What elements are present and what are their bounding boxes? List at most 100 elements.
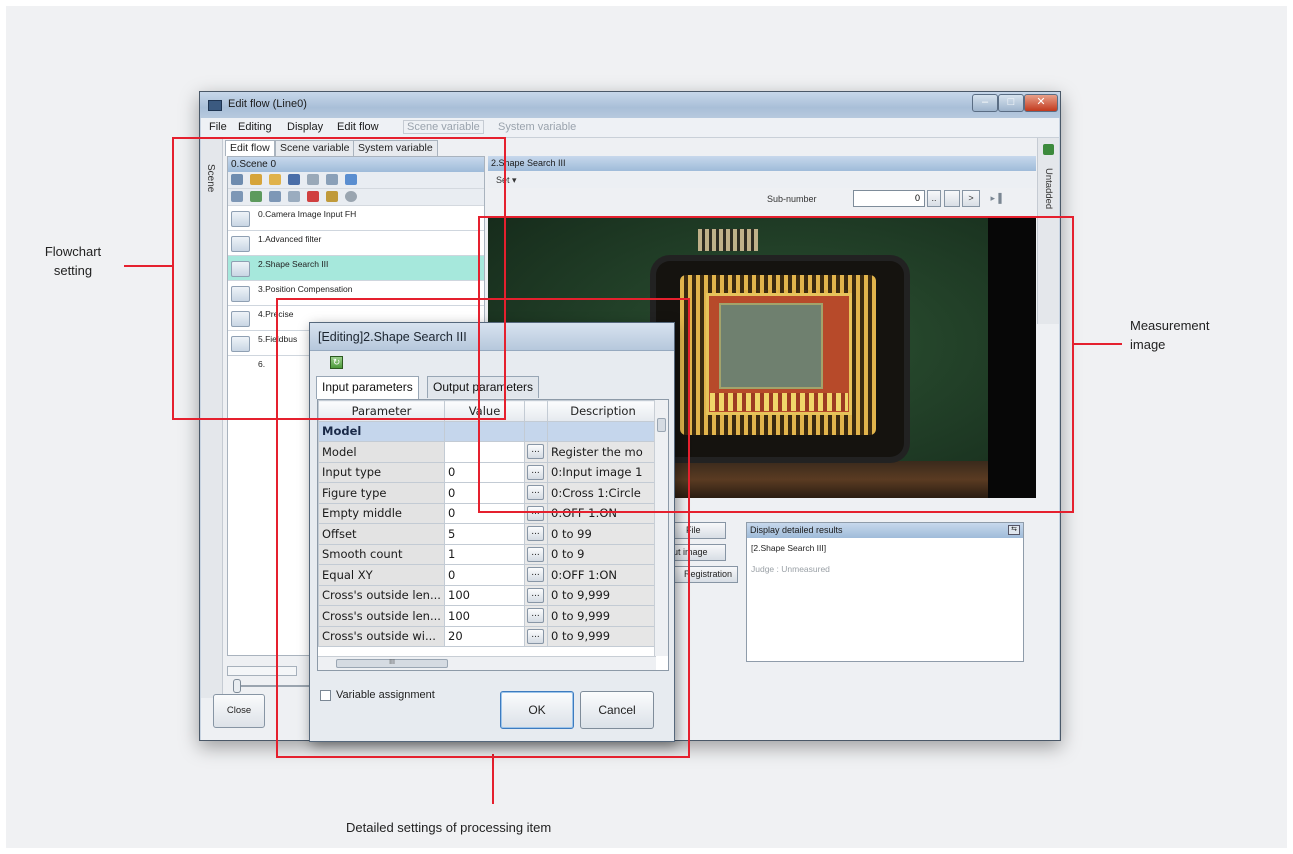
param-value[interactable]: 100 [444,584,525,606]
window-title: Edit flow (Line0) [228,98,307,110]
param-value[interactable]: 1 [444,543,525,565]
grid-horizontal-scrollbar[interactable]: III [318,656,656,670]
folder-icon[interactable] [269,174,282,185]
table-row[interactable]: Equal XY 0 ... 0:OFF 1:ON [318,564,659,586]
scene-vertical-tab[interactable]: Scene [201,138,223,698]
param-value[interactable]: 20 [444,625,525,647]
param-value[interactable]: 5 [444,523,525,545]
flow-item[interactable]: 3.Position Compensation [228,281,484,306]
minimize-button[interactable]: – [972,94,998,112]
param-value[interactable]: 0 [444,461,525,483]
edit-icon[interactable] [326,191,339,202]
callout-line-flowchart [124,265,174,267]
delete-icon[interactable] [307,191,320,202]
insert-icon[interactable] [231,191,243,202]
parameter-table: Parameter Value Description Model Model … [318,400,659,647]
flow-item-label: 6. [258,359,266,369]
callout-flowchart-setting: Flowchart setting [44,244,102,278]
ok-button[interactable]: OK [500,691,574,729]
tab-system-variable[interactable]: System variable [353,140,438,156]
menu-editing[interactable]: Editing [238,121,272,133]
table-row[interactable]: Smooth count 1 ... 0 to 9 [318,543,659,565]
ellipsis-button[interactable]: ... [527,608,544,624]
variable-assignment-label: Variable assignment [336,689,435,701]
ellipsis-button[interactable]: ... [527,587,544,603]
ellipsis-button[interactable]: ... [527,567,544,583]
grid-vertical-scrollbar[interactable] [654,400,668,656]
flow-toolbar-1 [228,172,484,189]
flow-item-selected[interactable]: 2.Shape Search III [228,256,484,281]
ellipsis-button[interactable]: ... [527,546,544,562]
paste-icon[interactable] [288,191,301,202]
pin-icon[interactable]: ⇆ [1008,525,1020,535]
next-button[interactable]: > [962,190,980,207]
cancel-icon[interactable] [345,191,358,202]
close-window-button[interactable]: ✕ [1024,94,1058,112]
table-row[interactable]: Offset 5 ... 0 to 99 [318,523,659,545]
rename-icon[interactable] [307,174,320,185]
scene-menu-icon[interactable] [231,174,243,185]
table-row[interactable]: Cross's outside len... 100 ... 0 to 9,99… [318,605,659,627]
zoom-slider-thumb[interactable] [233,679,241,693]
ellipsis-button[interactable]: ... [527,526,544,542]
param-name: Equal XY [318,564,445,586]
param-value[interactable]: 0 [444,502,525,524]
append-icon[interactable] [250,191,263,202]
menu-file[interactable]: File [209,121,227,133]
param-description: 0:Cross 1:Circle [547,482,659,504]
table-row[interactable]: Empty middle 0 ... 0:OFF 1:ON [318,502,659,524]
tab-output-parameters[interactable]: Output parameters [427,376,540,398]
ellipsis-button[interactable]: ... [527,628,544,644]
menu-edit-flow[interactable]: Edit flow [337,121,379,133]
replace-icon[interactable] [326,174,339,185]
edit-parameters-dialog: [Editing]2.Shape Search III ↻ Input para… [309,322,675,742]
ellipsis-button[interactable]: ... [527,464,544,480]
color-icon[interactable] [345,174,358,185]
menu-display[interactable]: Display [287,121,323,133]
flow-item[interactable]: 0.Camera Image Input FH [228,206,484,231]
subnumber-dropdown-button[interactable]: .. [927,190,941,207]
open-folder-icon[interactable] [250,174,263,185]
tab-edit-flow[interactable]: Edit flow [225,140,275,156]
ellipsis-button[interactable]: ... [527,485,544,501]
tab-input-parameters[interactable]: Input parameters [316,376,419,399]
callout-detailed-settings: Detailed settings of processing item [346,820,552,835]
horizontal-scroll-thumb[interactable]: III [336,659,448,668]
input-image-button[interactable]: ut image [670,544,726,561]
flow-hscrollbar[interactable] [227,666,297,676]
param-value[interactable]: 0 [444,482,525,504]
tab-scene-variable[interactable]: Scene variable [275,140,355,156]
maximize-button[interactable]: □ [998,94,1024,112]
menu-system-variable[interactable]: System variable [498,121,576,133]
param-value[interactable] [444,441,525,463]
registration-button[interactable]: Registration [670,566,738,583]
save-icon[interactable] [288,174,301,185]
window-titlebar[interactable]: Edit flow (Line0) – □ ✕ [200,92,1060,118]
param-value[interactable]: 100 [444,605,525,627]
variable-assignment-checkbox[interactable] [320,690,331,701]
table-row[interactable]: Cross's outside wi... 20 ... 0 to 9,999 [318,625,659,647]
menu-scene-variable[interactable]: Scene variable [403,120,484,134]
ellipsis-button[interactable]: ... [527,444,544,460]
subnumber-input[interactable]: 0 [853,190,925,207]
file-button[interactable]: File [670,522,726,539]
table-row[interactable]: Cross's outside len... 100 ... 0 to 9,99… [318,584,659,606]
dialog-titlebar[interactable]: [Editing]2.Shape Search III [310,323,674,351]
flow-item[interactable]: 1.Advanced filter [228,231,484,256]
cancel-button[interactable]: Cancel [580,691,654,729]
flow-item-label: 2.Shape Search III [258,259,329,269]
prev-button[interactable] [944,190,960,207]
set-menu[interactable]: Set ▾ [488,172,1036,188]
ellipsis-button[interactable]: ... [527,505,544,521]
add-icon[interactable] [1043,144,1054,155]
close-button[interactable]: Close [213,694,265,728]
table-row[interactable]: Model ... Register the mo [318,441,659,463]
untadded-vertical-tab[interactable]: Untadded [1037,138,1059,324]
table-row[interactable]: Figure type 0 ... 0:Cross 1:Circle [318,482,659,504]
end-button[interactable]: ▸▐ [985,190,1007,207]
vertical-scroll-thumb[interactable] [657,418,666,432]
copy-icon[interactable] [269,191,282,202]
refresh-icon[interactable]: ↻ [330,356,343,369]
param-value[interactable]: 0 [444,564,525,586]
table-row[interactable]: Input type 0 ... 0:Input image 1 [318,461,659,483]
